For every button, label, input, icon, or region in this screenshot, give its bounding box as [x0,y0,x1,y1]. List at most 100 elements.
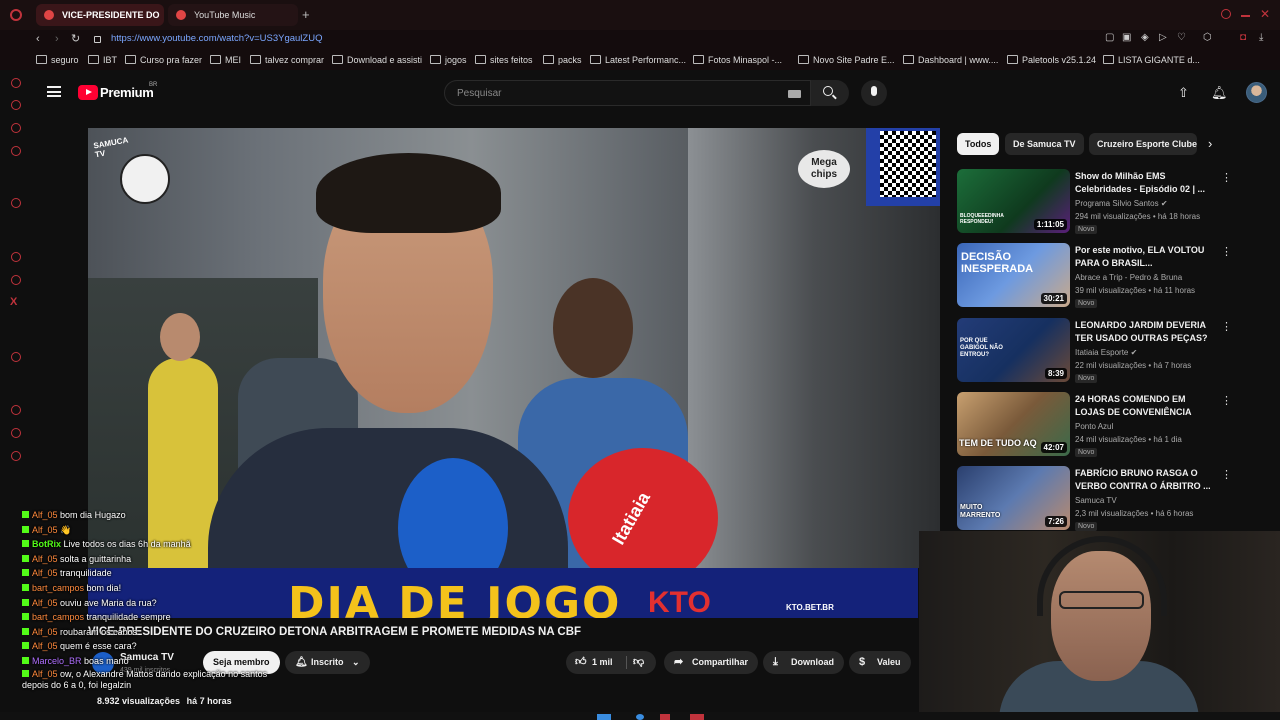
taskbar-app-icon[interactable] [597,714,611,720]
bookmark-item[interactable]: Paletools v25.1.24 [1007,55,1096,65]
video-thumbnail[interactable]: MUITO MARRENTO 7:26 [957,466,1070,530]
wallet-icon[interactable]: ◘ [1240,32,1246,43]
bookmark-item[interactable]: talvez comprar [250,55,324,65]
music-icon[interactable] [11,146,21,156]
taskbar-app-icon[interactable] [690,714,704,720]
more-options-icon[interactable]: ⋮ [1221,394,1232,407]
reload-icon[interactable]: ↻ [71,32,80,45]
browser-menu-icon[interactable] [10,9,22,21]
upload-icon[interactable]: ⇧ [1178,85,1189,101]
player-icon[interactable] [11,352,21,362]
like-button[interactable]: 👍︎ 1 mil 👎︎ [566,651,656,674]
screenshot-icon[interactable]: ▣ [1122,32,1131,43]
extensions-sidebar-icon[interactable] [11,428,21,438]
taskbar-app-icon[interactable] [636,714,644,720]
heart-icon[interactable]: ♡ [1177,32,1186,43]
recommendation-channel[interactable]: Programa Silvio Santos ✔ [1075,199,1168,208]
recommendation-channel[interactable]: Ponto Azul [1075,422,1113,431]
bookmark-item[interactable]: Latest Performanc... [590,55,686,65]
download-icon[interactable]: ⤓ [1259,32,1263,43]
bookmark-item[interactable]: Novo Site Padre E... [798,55,895,65]
back-icon[interactable]: ‹ [36,33,40,45]
extensions-icon[interactable]: ⬡ [1203,32,1212,43]
bookmark-item[interactable]: packs [543,55,582,65]
search-placeholder: Pesquisar [457,88,502,99]
bookmark-item[interactable]: LISTA GIGANTE d... [1103,55,1200,65]
recommendation-channel[interactable]: Abrace a Trip - Pedro & Bruna [1075,273,1182,282]
recommendation-item[interactable]: TEM DE TUDO AQ 42:07 24 HORAS COMENDO EM… [957,392,1237,462]
recommendation-title[interactable]: Por este motivo, ELA VOLTOU PARA O BRASI… [1075,244,1213,270]
new-tab-icon[interactable]: + [302,7,310,22]
recommendation-title[interactable]: FABRÍCIO BRUNO RASGA O VERBO CONTRA O ÁR… [1075,467,1213,493]
search-tabs-icon[interactable] [1221,9,1231,19]
tab-active[interactable]: VICE-PRESIDENTE DO [36,4,164,26]
chip-all[interactable]: Todos [957,133,1000,155]
settings-icon[interactable] [11,451,21,461]
taskbar-app-icon[interactable] [660,714,670,720]
tab-youtube-music[interactable]: YouTube Music [168,4,298,26]
bookmark-item[interactable]: Curso pra fazer [125,55,202,65]
close-window-icon[interactable]: ✕ [1260,7,1270,21]
share-button[interactable]: ➦ Compartilhar [664,651,759,674]
search-input[interactable]: Pesquisar [444,80,811,106]
forward-icon[interactable]: › [55,33,59,45]
youtube-favicon-icon [44,10,54,20]
shield-icon[interactable]: ◈ [1141,32,1149,43]
whatsapp-icon[interactable] [11,275,21,285]
recommendation-item[interactable]: MUITO MARRENTO 7:26 FABRÍCIO BRUNO RASGA… [957,466,1237,536]
bookmark-item[interactable]: jogos [430,55,467,65]
recommendation-title[interactable]: Show do Milhão EMS Celebridades - Episód… [1075,170,1213,196]
recommendation-title[interactable]: LEONARDO JARDIM DEVERIA TER USADO OUTRAS… [1075,319,1213,345]
recommendation-item[interactable]: DECISÃO INESPERADA 30:21 Por este motivo… [957,243,1237,313]
instagram-icon[interactable] [11,123,21,133]
bookmark-item[interactable]: seguro [36,55,79,65]
video-thumbnail[interactable]: TEM DE TUDO AQ 42:07 [957,392,1070,456]
qr-code [866,128,940,206]
more-options-icon[interactable]: ⋮ [1221,245,1232,258]
more-options-icon[interactable]: ⋮ [1221,468,1232,481]
thanks-button[interactable]: $ Valeu [849,651,911,674]
messenger-icon[interactable] [11,100,21,110]
url-text[interactable]: https://www.youtube.com/watch?v=US3Ygaul… [111,33,322,44]
more-options-icon[interactable]: ⋮ [1221,171,1232,184]
bookmark-item[interactable]: Fotos Minaspol -... [693,55,782,65]
recommendation-item[interactable]: BLOQUEEEDINHA RESPONDEU! 1:11:05 Show do… [957,169,1237,239]
video-thumbnail[interactable]: DECISÃO INESPERADA 30:21 [957,243,1070,307]
bookmark-item[interactable]: MEI [210,55,241,65]
keyboard-icon[interactable] [788,90,801,98]
download-button[interactable]: ⤓ Download [763,651,844,674]
bookmark-item[interactable]: sites feitos [475,55,533,65]
voice-search-button[interactable] [861,80,887,106]
video-player[interactable]: Itatiaia SAMUCA TV Mega chips [88,128,940,568]
bookmark-icon[interactable]: ▢ [1105,32,1114,43]
video-thumbnail[interactable]: POR QUE GABIGOL NÃO ENTROU? 8:39 [957,318,1070,382]
share-icon: ➦ [674,656,684,668]
recommendation-item[interactable]: POR QUE GABIGOL NÃO ENTROU? 8:39 LEONARD… [957,318,1237,388]
hamburger-menu-icon[interactable] [47,86,61,97]
thumbs-up-icon: 👍︎ [575,656,587,668]
more-options-icon[interactable]: ⋮ [1221,320,1232,333]
bookmark-item[interactable]: Download e assisti [332,55,422,65]
chip-channel[interactable]: De Samuca TV [1005,133,1084,155]
subscribed-button[interactable]: 🔔︎ Inscrito ⌄ [285,651,370,674]
thumbs-down-icon[interactable]: 👎︎ [633,651,644,674]
mic-brand-label: Itatiaia [608,488,655,548]
recommendation-channel[interactable]: Itatiaia Esporte ✔ [1075,348,1137,357]
history-icon[interactable] [11,78,21,88]
video-thumbnail[interactable]: BLOQUEEEDINHA RESPONDEU! 1:11:05 [957,169,1070,233]
recommendation-channel[interactable]: Samuca TV [1075,496,1117,505]
notifications-bell-icon[interactable]: 🔔︎ [1211,85,1228,101]
speeddial-icon[interactable]: ▷ [1159,32,1167,43]
search-button[interactable] [811,80,849,106]
twitch-icon[interactable] [11,252,21,262]
chip-cruzeiro[interactable]: Cruzeiro Esporte Clube [1089,133,1197,155]
chevron-right-icon[interactable]: › [1208,136,1212,151]
recommendation-title[interactable]: 24 HORAS COMENDO EM LOJAS DE CONVENIÊNCI… [1075,393,1213,419]
x-icon[interactable]: X [10,296,17,308]
bookmark-item[interactable]: Dashboard | www.... [903,55,998,65]
clock-icon[interactable] [11,405,21,415]
avatar[interactable] [1246,82,1267,103]
aria-icon[interactable] [11,198,21,208]
minimize-icon[interactable] [1241,15,1250,17]
bookmark-item[interactable]: IBT [88,55,117,65]
